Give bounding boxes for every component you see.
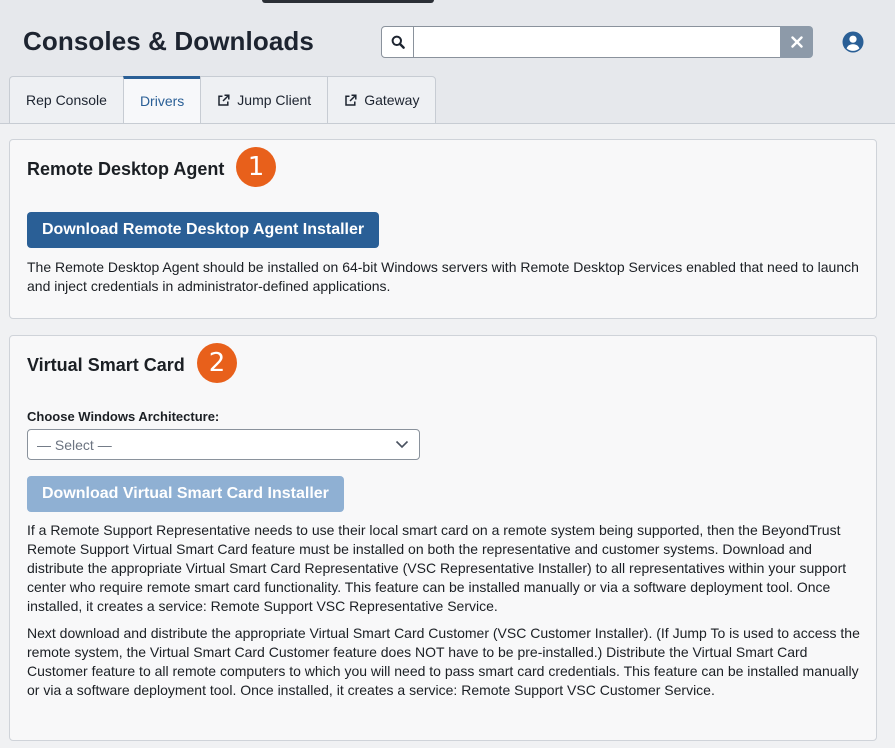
virtual-smart-card-card: Virtual Smart Card 2 Choose Windows Arch…: [9, 335, 877, 741]
step-badge: 2: [197, 343, 237, 383]
tab-gateway[interactable]: Gateway: [327, 76, 437, 124]
download-rda-button[interactable]: Download Remote Desktop Agent Installer: [27, 212, 380, 248]
vsc-description-representative: If a Remote Support Representative needs…: [27, 522, 847, 614]
search-bar: [381, 26, 813, 58]
download-vsc-button[interactable]: Download Virtual Smart Card Installer: [27, 476, 344, 512]
remote-desktop-agent-card: Remote Desktop Agent 1 Download Remote D…: [9, 139, 877, 319]
external-link-icon: [345, 93, 357, 106]
user-circle-icon[interactable]: [842, 31, 864, 53]
close-icon: [790, 36, 803, 48]
tab-drivers[interactable]: Drivers: [122, 76, 201, 124]
tab-label: Rep Console: [26, 92, 107, 108]
external-link-icon: [218, 93, 230, 106]
vsc-description-customer: Next download and distribute the appropr…: [27, 625, 860, 698]
tab-label: Drivers: [139, 93, 185, 109]
step-badge: 1: [236, 147, 276, 187]
section-title: Virtual Smart Card: [27, 355, 185, 375]
search-input[interactable]: [414, 26, 780, 58]
window-top-notch: [262, 0, 434, 3]
section-title: Remote Desktop Agent: [27, 159, 225, 179]
search-button[interactable]: [381, 26, 414, 58]
tab-rep-console[interactable]: Rep Console: [9, 76, 123, 124]
architecture-label: Choose Windows Architecture:: [27, 409, 220, 424]
tab-label: Jump Client: [237, 92, 312, 108]
tab-bar: Rep Console Drivers Jump Client Gateway: [9, 76, 437, 124]
tab-label: Gateway: [364, 92, 420, 108]
clear-search-button[interactable]: [780, 26, 813, 58]
page-title: Consoles & Downloads: [23, 26, 314, 56]
search-icon: [391, 35, 405, 49]
select-value: — Select —: [37, 436, 112, 453]
chevron-down-icon: [395, 440, 409, 449]
architecture-select[interactable]: — Select —: [27, 429, 420, 460]
tab-content-panel: Remote Desktop Agent 1 Download Remote D…: [0, 123, 895, 748]
tab-jump-client[interactable]: Jump Client: [200, 76, 328, 124]
rda-description: The Remote Desktop Agent should be insta…: [27, 259, 859, 294]
